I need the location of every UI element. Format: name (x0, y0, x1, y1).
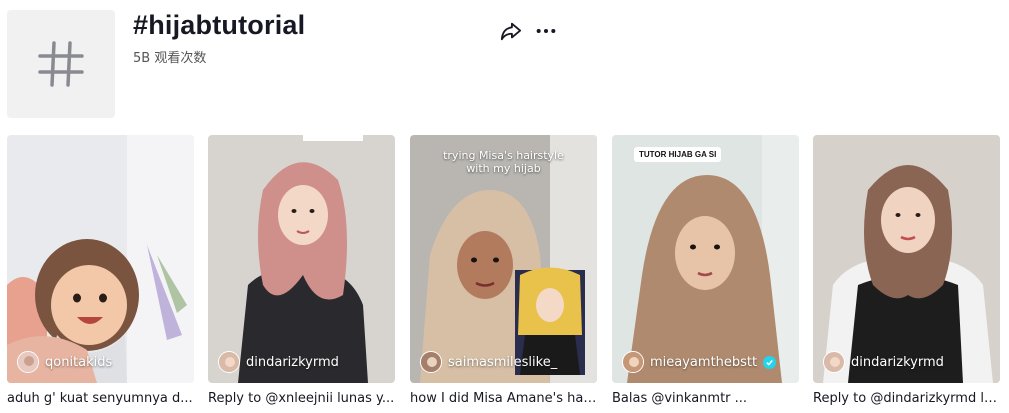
avatar-image (18, 352, 38, 372)
video-author[interactable]: dindarizkyrmd (218, 351, 339, 373)
hashtag-icon (38, 41, 84, 87)
avatar (17, 351, 39, 373)
video-grid: qonitakids aduh g' kuat senyumnya d... d… (7, 135, 1007, 413)
thumbnail-image (208, 135, 395, 383)
video-card[interactable]: qonitakids aduh g' kuat senyumnya d... (7, 135, 194, 406)
avatar-image (421, 352, 441, 372)
video-thumbnail[interactable]: qonitakids (7, 135, 194, 383)
view-count: 5B 观看次数 (133, 51, 207, 66)
avatar (622, 351, 644, 373)
avatar (218, 351, 240, 373)
hashtag-avatar (7, 10, 115, 118)
video-thumbnail[interactable]: trying Misa's hairstyle with my hijab sa… (410, 135, 597, 383)
video-thumbnail[interactable]: dindarizkyrmd (813, 135, 1000, 383)
thumbnail-image (813, 135, 1000, 383)
video-caption[interactable]: Reply to @xnleejnii lunas y... (208, 391, 395, 406)
video-caption[interactable]: aduh g' kuat senyumnya d... (7, 391, 194, 406)
more-icon (536, 28, 556, 34)
author-name: dindarizkyrmd (851, 354, 944, 370)
video-card[interactable]: dindarizkyrmd Reply to @dindarizkyrmd lu… (813, 135, 1000, 406)
thumbnail-image (612, 135, 799, 383)
thumbnail-image (7, 135, 194, 383)
video-card[interactable]: trying Misa's hairstyle with my hijab sa… (410, 135, 597, 406)
video-thumbnail[interactable]: TUTOR HIJAB GA SI mieayamthebstt (612, 135, 799, 383)
avatar (420, 351, 442, 373)
video-caption[interactable]: how I did Misa Amane's hai... (410, 391, 597, 406)
hashtag-header: #hijabtutorial 5B 观看次数 (0, 0, 1009, 125)
author-name: qonitakids (45, 354, 113, 370)
avatar-image (824, 352, 844, 372)
author-name: mieayamthebstt (650, 354, 758, 370)
video-card[interactable]: dindarizkyrmd Reply to @xnleejnii lunas … (208, 135, 395, 406)
page-title: #hijabtutorial (133, 10, 306, 40)
video-thumbnail[interactable]: dindarizkyrmd (208, 135, 395, 383)
video-caption[interactable]: Reply to @dindarizkyrmd lu... (813, 391, 1000, 406)
video-author[interactable]: qonitakids (17, 351, 112, 373)
overlay-label: TUTOR HIJAB GA SI (639, 150, 717, 159)
video-overlay-text: trying Misa's hairstyle with my hijab (443, 149, 564, 175)
share-icon (500, 22, 522, 41)
video-card[interactable]: TUTOR HIJAB GA SI mieayamthebstt Balas @… (612, 135, 799, 406)
video-author[interactable]: mieayamthebstt (622, 351, 777, 373)
video-author[interactable]: dindarizkyrmd (823, 351, 944, 373)
author-name: dindarizkyrmd (246, 354, 339, 370)
video-author[interactable]: saimasmileslike_ (420, 351, 557, 373)
share-button[interactable] (499, 19, 523, 43)
video-caption[interactable]: Balas @vinkanmtr ... (612, 391, 799, 406)
video-overlay-text: TUTOR HIJAB GA SI (634, 147, 722, 162)
avatar-image (219, 352, 239, 372)
more-options-button[interactable] (534, 19, 558, 43)
avatar (823, 351, 845, 373)
author-name: saimasmileslike_ (448, 354, 558, 370)
avatar-image (623, 352, 643, 372)
verified-badge-icon (763, 355, 777, 369)
